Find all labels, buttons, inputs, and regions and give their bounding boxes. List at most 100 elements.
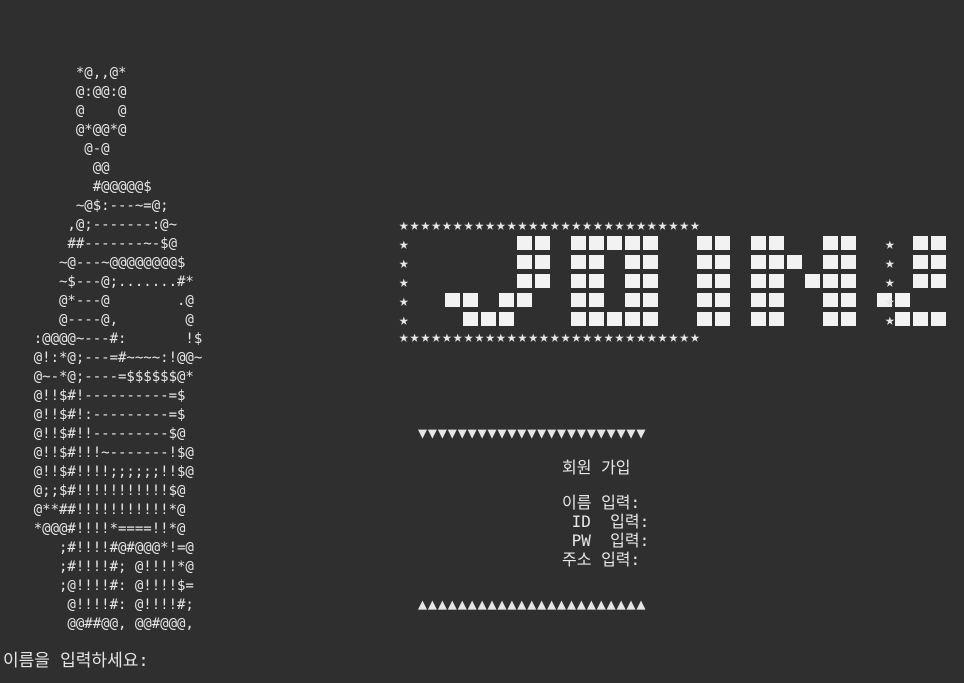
- ascii-art-line: :@@@@~---#: !$: [0, 331, 203, 347]
- title-block-cell: [823, 274, 838, 288]
- title-block-cell: [841, 236, 856, 250]
- id-input-label: ID 입력:: [562, 512, 650, 531]
- title-block-cell: [787, 255, 802, 269]
- title-block-cell: [931, 255, 946, 269]
- title-block-cell: [715, 255, 730, 269]
- title-block-cell: [643, 236, 658, 250]
- title-block-cell: [913, 312, 928, 326]
- title-block-cell: [589, 312, 604, 326]
- address-input-label: 주소 입력:: [562, 550, 641, 569]
- title-block-cell: [499, 312, 514, 326]
- title-block-cell: [751, 293, 766, 307]
- title-block-cell: [463, 312, 478, 326]
- title-block-cell: [535, 274, 550, 288]
- title-block-cell: [643, 293, 658, 307]
- title-block-cell: [625, 236, 640, 250]
- ascii-art-line: @!!!!#: @!!!!#;: [0, 597, 194, 613]
- ascii-art-line: @*---@ .@: [0, 293, 194, 309]
- ascii-art-line: @@: [0, 160, 110, 176]
- ascii-art-line: @ @: [0, 103, 127, 119]
- title-block-cell: [517, 274, 532, 288]
- title-block-cell: [841, 312, 856, 326]
- ascii-art-line: ~$---@;.......#*: [0, 274, 194, 290]
- title-block-cell: [571, 255, 586, 269]
- title-block-cell: [769, 255, 784, 269]
- title-block-cell: [535, 236, 550, 250]
- title-block-cell: [931, 312, 946, 326]
- ascii-art-line: @!!$#!!!!;;;;;;!!$@: [0, 464, 194, 480]
- title-block-cell: [931, 274, 946, 288]
- signup-form-display: 회원 가입 이름 입력: ID 입력: PW 입력: 주소 입력:: [548, 458, 649, 569]
- title-block-cell: [769, 293, 784, 307]
- title-block-cell: [643, 274, 658, 288]
- ascii-art-line: ~@$:---~=@;: [0, 198, 169, 214]
- title-block-cell: [535, 255, 550, 269]
- title-block-cell: [751, 236, 766, 250]
- ascii-art-line: @!!$#!!---------$@: [0, 426, 186, 442]
- title-block-cell: [571, 236, 586, 250]
- title-block-cell: [589, 274, 604, 288]
- title-block-cell: [625, 274, 640, 288]
- title-block-cell: [571, 293, 586, 307]
- title-block-cell: [463, 293, 478, 307]
- banner-star-border-bottom: ★★★★★★★★★★★★★★★★★★★★★★★★★★★★: [399, 327, 701, 346]
- title-block-cell: [607, 236, 622, 250]
- title-block-cell: [481, 312, 496, 326]
- ascii-art-line: @*@@*@: [0, 122, 127, 138]
- title-block-cell: [697, 274, 712, 288]
- triangle-divider-top: ▼▼▼▼▼▼▼▼▼▼▼▼▼▼▼▼▼▼▼▼▼▼▼: [418, 424, 647, 442]
- join-banner: ★★★★★★★★★★★★★★★★★★★★★★★★★★★★ ★ ★ ★ ★ ★ ★…: [399, 215, 946, 346]
- title-block-cell: [769, 312, 784, 326]
- triangle-divider-bottom: ▲▲▲▲▲▲▲▲▲▲▲▲▲▲▲▲▲▲▲▲▲▲▲: [418, 595, 647, 613]
- ascii-art-line: #@@@@@$: [0, 179, 152, 195]
- title-block-cell: [823, 255, 838, 269]
- title-block-cell: [643, 312, 658, 326]
- title-block-cell: [715, 312, 730, 326]
- title-block-cell: [751, 274, 766, 288]
- title-block-cell: [823, 293, 838, 307]
- ascii-art-line: ;#!!!!#; @!!!!*@: [0, 559, 194, 575]
- ascii-art-line: ;@!!!!#: @!!!!$=: [0, 578, 194, 594]
- title-block-cell: [913, 236, 928, 250]
- title-block-cell: [697, 293, 712, 307]
- ascii-art-line: ,@;-------:@~: [0, 217, 178, 233]
- title-block-cell: [751, 312, 766, 326]
- ascii-art-line: ~@---~@@@@@@@@$: [0, 255, 186, 271]
- ascii-art-line: @!!$#!!!~-------!$@: [0, 445, 194, 461]
- ascii-art-line: *@,,@*: [0, 65, 127, 81]
- ascii-art-line: @@##@@, @@#@@@,: [0, 616, 194, 632]
- ascii-art-line: @!!$#!:---------=$: [0, 407, 186, 423]
- title-block-cell: [517, 293, 532, 307]
- title-block-cell: [913, 255, 928, 269]
- pw-input-label: PW 입력:: [562, 531, 650, 550]
- ascii-art-line: ##-------~-$@: [0, 236, 178, 252]
- title-block-cell: [931, 236, 946, 250]
- title-block-cell: [625, 312, 640, 326]
- title-block-cell: [715, 236, 730, 250]
- banner-star-border-left: ★ ★ ★ ★ ★: [399, 234, 409, 329]
- ascii-art-line: @;;$#!!!!!!!!!!!$@: [0, 483, 186, 499]
- title-block-cell: [841, 274, 856, 288]
- title-block-cell: [571, 274, 586, 288]
- banner-star-border-top: ★★★★★★★★★★★★★★★★★★★★★★★★★★★★: [399, 215, 701, 234]
- title-block-cell: [517, 236, 532, 250]
- ascii-art-line: @!:*@;---=#~~~~:!@@~: [0, 350, 203, 366]
- title-block-cell: [517, 255, 532, 269]
- title-block-cell: [913, 274, 928, 288]
- title-block-cell: [841, 255, 856, 269]
- title-block-cell: [769, 236, 784, 250]
- title-block-cell: [697, 236, 712, 250]
- title-block-cell: [805, 274, 820, 288]
- ascii-art-line: *@@@#!!!!*====!!*@: [0, 521, 186, 537]
- ascii-bottle-art: *@,,@* @:@@:@ @ @ @*@@*@ @-@ @@ #@@@@@$ …: [0, 64, 203, 634]
- title-block-cell: [643, 255, 658, 269]
- ascii-art-line: @~-*@;----=$$$$$$@*: [0, 369, 194, 385]
- name-input-prompt[interactable]: 이름을 입력하세요:: [3, 650, 149, 672]
- title-block-cell: [823, 236, 838, 250]
- ascii-art-line: @**##!!!!!!!!!!!*@: [0, 502, 186, 518]
- title-block-cell: [769, 274, 784, 288]
- form-heading: 회원 가입: [562, 458, 631, 477]
- title-block-cell: [589, 236, 604, 250]
- title-block-cell: [625, 255, 640, 269]
- ascii-art-line: ;#!!!!#@#@@@*!=@: [0, 540, 194, 556]
